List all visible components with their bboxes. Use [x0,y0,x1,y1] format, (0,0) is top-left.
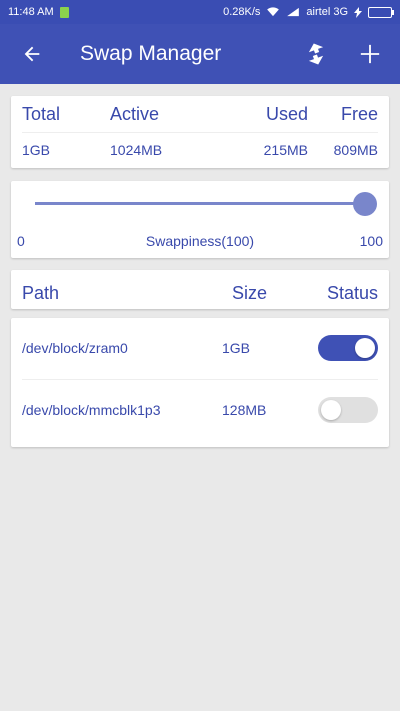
row-path: /dev/block/mmcblk1p3 [22,402,161,418]
plus-icon [360,44,380,64]
header-active: Active [110,104,160,124]
table-header-row: Path Size Status [11,283,389,304]
status-bar: 11:48 AM 0.28K/s airtel 3G [0,0,400,24]
row-size: 1GB [222,340,251,356]
carrier-name: airtel 3G [306,6,348,18]
charging-icon [354,6,362,18]
sync-icon [308,43,324,65]
memory-values: 1GB 1024MB 215MB 809MB [11,142,389,158]
slider-min-label: 0 [17,233,25,249]
swap-toggle-mmcblk1p3[interactable] [318,397,378,423]
battery-icon [368,6,394,18]
value-active: 1024MB [110,142,163,158]
toggle-knob [355,338,375,358]
swappiness-card: 0 Swappiness(100) 100 [11,181,389,258]
swappiness-slider-thumb[interactable] [353,192,377,216]
app-bar: Swap Manager [0,24,400,84]
header-free: Free [340,104,378,124]
signal-icon [287,7,300,17]
page-title: Swap Manager [80,42,222,65]
table-row: /dev/block/mmcblk1p3 128MB [11,380,389,440]
swappiness-slider-track[interactable] [35,202,361,205]
header-path: Path [22,283,60,303]
clock: 11:48 AM [8,6,54,18]
toggle-knob [321,400,341,420]
swap-table-header: Path Size Status [11,270,389,309]
divider [22,132,378,133]
header-size: Size [232,283,268,303]
add-button[interactable] [352,36,388,72]
header-status: Status [326,283,378,303]
row-path: /dev/block/zram0 [22,340,128,356]
swap-toggle-zram0[interactable] [318,335,378,361]
arrow-left-icon [24,46,40,62]
sim-icon [59,6,69,18]
memory-card: Total Active Used Free 1GB 1024MB 215MB … [11,96,389,168]
header-used: Used [265,104,308,124]
wifi-icon [267,7,280,17]
sync-button[interactable] [298,36,334,72]
table-row: /dev/block/zram0 1GB [11,318,389,378]
value-free: 809MB [333,142,378,158]
swap-table: /dev/block/zram0 1GB /dev/block/mmcblk1p… [11,318,389,447]
slider-max-label: 100 [359,233,383,249]
back-button[interactable] [12,34,52,74]
network-speed: 0.28K/s [223,6,261,18]
value-used: 215MB [263,142,308,158]
swappiness-labels: 0 Swappiness(100) 100 [11,233,389,249]
row-size: 128MB [222,402,267,418]
header-total: Total [22,104,61,124]
swappiness-label: Swappiness(100) [145,233,255,249]
memory-headers: Total Active Used Free [11,104,389,125]
value-total: 1GB [22,142,51,158]
